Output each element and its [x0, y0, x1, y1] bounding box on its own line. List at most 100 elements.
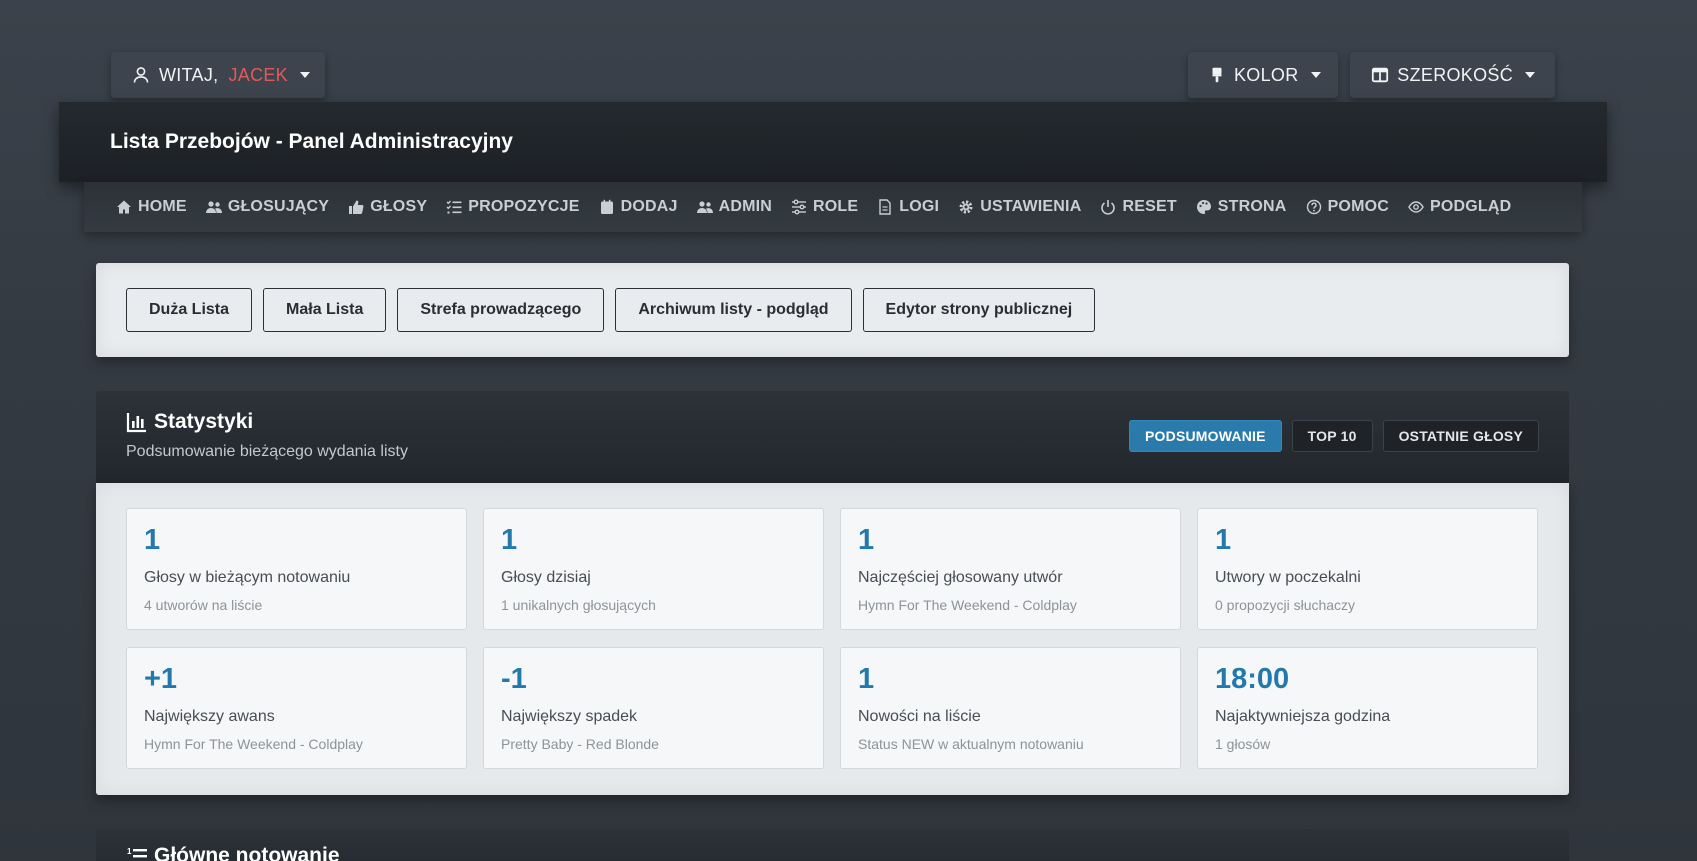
nav-item-roles[interactable]: ROLE	[791, 198, 858, 216]
list-check-icon	[446, 199, 462, 215]
stat-card: 1 Najczęściej głosowany utwór Hymn For T…	[840, 508, 1181, 630]
stat-card: +1 Największy awans Hymn For The Weekend…	[126, 647, 467, 769]
stat-sub: Status NEW w aktualnym notowaniu	[858, 736, 1084, 752]
archive-preview-button[interactable]: Archiwum listy - podgląd	[615, 288, 852, 332]
stat-value: -1	[501, 663, 527, 695]
users-icon	[205, 199, 222, 215]
paint-brush-icon	[1208, 65, 1226, 85]
nav-label: POMOC	[1327, 198, 1390, 215]
stat-label: Utwory w poczekalni	[1215, 569, 1361, 586]
stat-label: Głosy w bieżącym notowaniu	[144, 569, 351, 586]
stat-value: +1	[144, 663, 178, 695]
nav-item-reset[interactable]: RESET	[1100, 198, 1177, 216]
thumbs-up-icon	[348, 199, 364, 215]
home-icon	[116, 199, 132, 215]
stat-card: 18:00 Najaktywniejsza godzina 1 głosów	[1197, 647, 1538, 769]
eye-icon	[1408, 199, 1424, 215]
main-nav: HOME GŁOSUJĄCY GŁOSY PROPOZYCJE DODAJ AD…	[84, 182, 1582, 232]
gear-icon	[958, 199, 974, 215]
stats-header: Statystyki Podsumowanie bieżącego wydani…	[96, 391, 1569, 483]
stat-value: 1	[858, 524, 875, 556]
nav-item-logs[interactable]: LOGI	[877, 198, 939, 216]
stat-sub: 4 utworów na liście	[144, 597, 263, 613]
nav-item-site[interactable]: STRONA	[1196, 198, 1287, 216]
quick-links-panel: Duża Lista Mała Lista Strefa prowadząceg…	[96, 263, 1569, 357]
sliders-icon	[791, 199, 807, 215]
stat-card: -1 Największy spadek Pretty Baby - Red B…	[483, 647, 824, 769]
stat-value: 1	[858, 663, 875, 695]
page-title: Lista Przebojów - Panel Administracyjny	[110, 130, 513, 153]
stat-label: Nowości na liście	[858, 708, 981, 725]
file-icon	[877, 199, 893, 215]
stat-card: 1 Nowości na liście Status NEW w aktualn…	[840, 647, 1181, 769]
nav-item-admin[interactable]: ADMIN	[696, 198, 772, 216]
host-zone-button[interactable]: Strefa prowadzącego	[397, 288, 605, 332]
stat-sub: 1 głosów	[1215, 736, 1271, 752]
nav-label: DODAJ	[620, 198, 678, 215]
color-menu-button[interactable]: KOLOR	[1188, 52, 1338, 98]
tab-top10[interactable]: TOP 10	[1291, 420, 1373, 452]
stats-body: 1 Głosy w bieżącym notowaniu 4 utworów n…	[96, 483, 1569, 795]
columns-icon	[1370, 65, 1389, 85]
stat-sub: Hymn For The Weekend - Coldplay	[144, 736, 363, 752]
color-label: KOLOR	[1234, 64, 1299, 85]
stat-value: 1	[144, 524, 161, 556]
stat-sub: Hymn For The Weekend - Coldplay	[858, 597, 1077, 613]
nav-label: USTAWIENIA	[980, 198, 1082, 215]
nav-label: PROPOZYCJE	[468, 198, 580, 215]
username: JACEK	[228, 64, 288, 85]
stat-card: 1 Głosy dzisiaj 1 unikalnych głosujących	[483, 508, 824, 630]
svg-text:1: 1	[127, 847, 132, 856]
nav-label: LOGI	[899, 198, 940, 215]
nav-label: RESET	[1122, 198, 1177, 215]
tab-recent-votes[interactable]: OSTATNIE GŁOSY	[1382, 420, 1539, 452]
stat-sub: 0 propozycji słuchaczy	[1215, 597, 1356, 613]
nav-item-help[interactable]: POMOC	[1306, 198, 1389, 216]
stat-sub: 1 unikalnych głosujących	[501, 597, 656, 613]
width-menu-button[interactable]: SZEROKOŚĆ	[1350, 52, 1555, 98]
stat-card: 1 Głosy w bieżącym notowaniu 4 utworów n…	[126, 508, 467, 630]
tab-summary[interactable]: PODSUMOWANIE	[1129, 420, 1282, 452]
nav-item-votes[interactable]: GŁOSY	[348, 198, 427, 216]
stats-tabs: PODSUMOWANIE TOP 10 OSTATNIE GŁOSY	[1119, 420, 1539, 452]
page-header: Lista Przebojów - Panel Administracyjny	[59, 102, 1607, 182]
chevron-down-icon	[1525, 72, 1535, 78]
nav-item-preview[interactable]: PODGLĄD	[1408, 198, 1511, 216]
chevron-down-icon	[300, 72, 310, 78]
stats-title-text: Statystyki	[154, 410, 254, 433]
nav-item-settings[interactable]: USTAWIENIA	[958, 198, 1081, 216]
nav-label: STRONA	[1217, 198, 1287, 215]
stat-value: 18:00	[1215, 663, 1290, 695]
main-chart-section: 1 Główne notowanie	[96, 829, 1569, 861]
nav-label: ROLE	[813, 198, 859, 215]
greeting-text: WITAJ,	[159, 64, 219, 85]
stat-value: 1	[501, 524, 518, 556]
chevron-down-icon	[1310, 72, 1321, 78]
palette-icon	[1196, 199, 1212, 215]
user-icon	[131, 65, 151, 85]
nav-label: GŁOSUJĄCY	[227, 198, 330, 215]
nav-item-add[interactable]: DODAJ	[599, 198, 678, 216]
list-ordered-icon: 1	[126, 845, 148, 861]
nav-label: GŁOSY	[370, 198, 428, 215]
power-icon	[1100, 199, 1116, 215]
stat-label: Najaktywniejsza godzina	[1215, 708, 1391, 725]
stat-value: 1	[1215, 524, 1232, 556]
question-icon	[1306, 199, 1322, 215]
stat-sub: Pretty Baby - Red Blonde	[501, 736, 659, 752]
nav-item-home[interactable]: HOME	[116, 198, 187, 216]
small-list-button[interactable]: Mała Lista	[263, 288, 387, 332]
user-menu-button[interactable]: WITAJ, JACEK	[111, 52, 325, 98]
calendar-icon	[599, 199, 615, 215]
chart-icon	[126, 411, 148, 433]
main-chart-title: 1 Główne notowanie	[126, 844, 1539, 861]
main-chart-title-text: Główne notowanie	[154, 844, 340, 861]
big-list-button[interactable]: Duża Lista	[126, 288, 253, 332]
public-page-editor-button[interactable]: Edytor strony publicznej	[862, 288, 1096, 332]
nav-label: PODGLĄD	[1430, 198, 1512, 215]
width-label: SZEROKOŚĆ	[1397, 64, 1513, 85]
nav-item-proposals[interactable]: PROPOZYCJE	[446, 198, 579, 216]
nav-item-voters[interactable]: GŁOSUJĄCY	[205, 198, 330, 216]
stat-label: Najczęściej głosowany utwór	[858, 569, 1063, 586]
stat-label: Największy awans	[144, 708, 275, 725]
